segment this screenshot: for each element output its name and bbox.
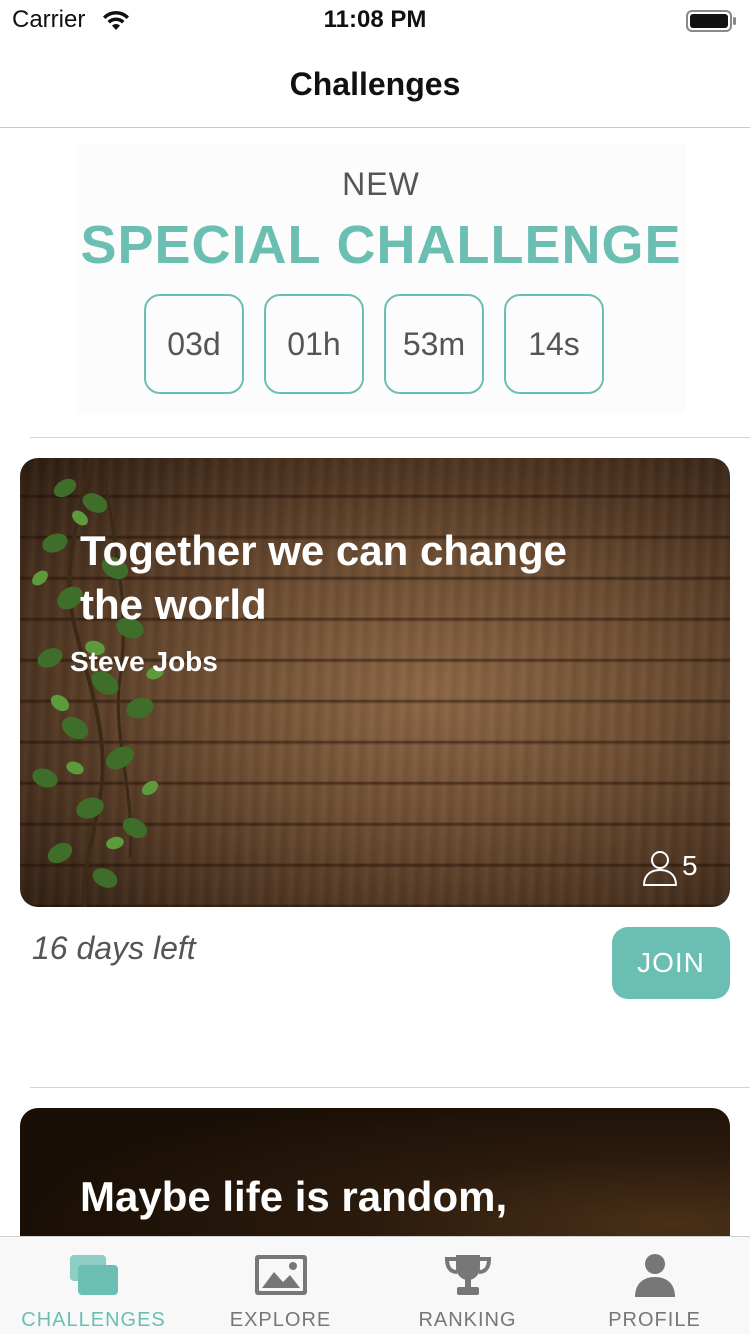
participants-count: 5 [640,846,730,890]
days-left-label: 16 days left [32,930,196,966]
challenge-quote: Together we can change the world [80,527,567,628]
clock: 11:08 PM [323,6,427,33]
countdown-timer: 03d 01h 53m 14s [144,294,624,394]
countdown-hours: 01h [264,294,364,394]
tab-explore[interactable]: EXPLORE [187,1237,374,1334]
tab-challenges[interactable]: CHALLENGES [0,1237,187,1334]
participants-number: 5 [682,850,698,881]
tab-label: RANKING [418,1309,517,1331]
tab-ranking[interactable]: RANKING [374,1237,561,1334]
page-title: Challenges [289,66,461,102]
countdown-days-value: 03d [167,326,221,362]
trophy-icon [444,1255,491,1295]
challenge-quote: Maybe life is random, [80,1173,508,1220]
special-challenge-banner[interactable]: NEW SPECIAL CHALLENGE 03d 01h 53m 14s [76,144,686,414]
join-button[interactable]: JOIN [612,927,730,999]
countdown-seconds-value: 14s [528,326,580,362]
tab-label: CHALLENGES [21,1309,166,1331]
navigation-bar: Challenges [0,40,750,128]
countdown-minutes: 53m [384,294,484,394]
image-icon [254,1255,307,1295]
section-divider [30,1087,750,1088]
person-icon [634,1254,675,1297]
tab-label: EXPLORE [229,1309,332,1331]
new-label: NEW [342,166,420,202]
countdown-hours-value: 01h [287,326,341,362]
tab-bar: CHALLENGES EXPLORE RANKING PROFILE [0,1236,750,1334]
tab-profile[interactable]: PROFILE [561,1237,748,1334]
countdown-minutes-value: 53m [402,326,466,362]
challenges-icon [69,1255,118,1295]
tab-label: PROFILE [608,1309,701,1331]
battery-icon [686,10,736,32]
section-divider [30,437,750,438]
countdown-seconds: 14s [504,294,604,394]
user-outline-icon [643,851,677,886]
special-challenge-title: SPECIAL CHALLENGE [80,215,682,275]
challenge-author: Steve Jobs [70,646,218,677]
challenge-card[interactable]: Together we can change the world Steve J… [20,458,730,907]
status-bar: Carrier 11:08 PM [0,0,750,40]
countdown-days: 03d [144,294,244,394]
